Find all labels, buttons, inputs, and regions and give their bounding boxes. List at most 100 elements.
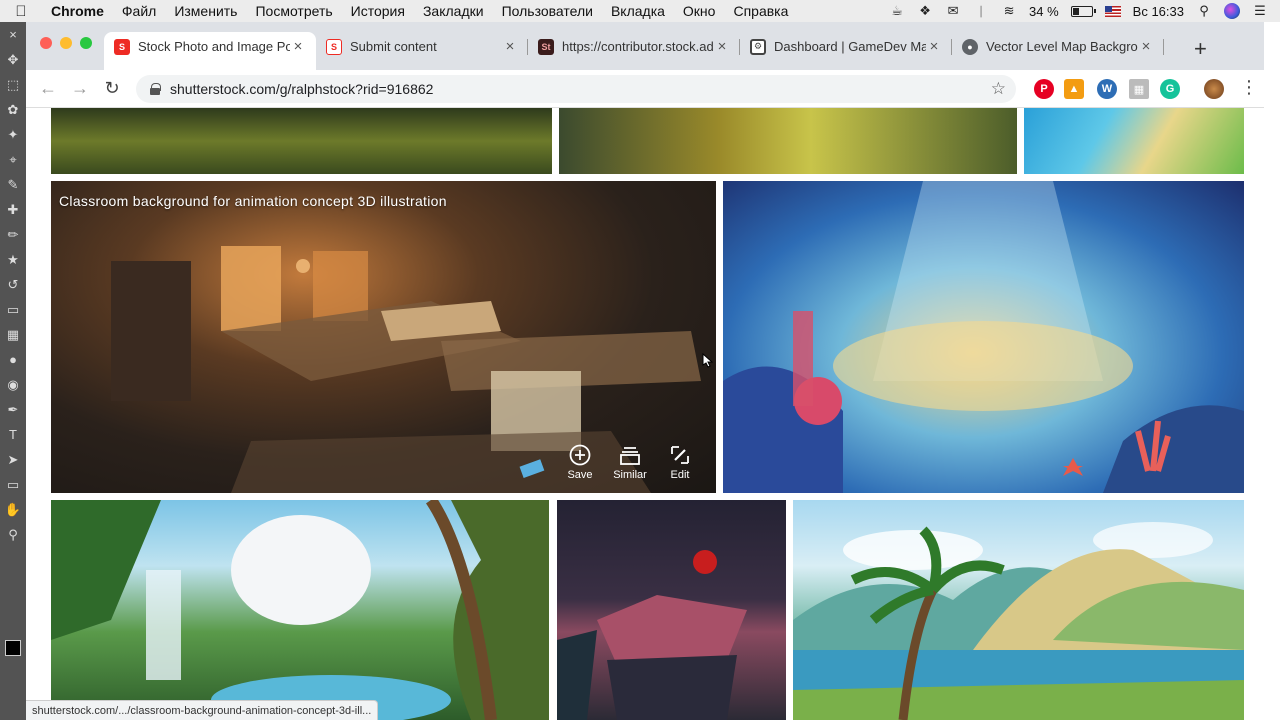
shape-tool-icon[interactable]: ▭ <box>0 472 26 497</box>
pen-tool-icon[interactable]: ✒ <box>0 397 26 422</box>
extension-triangle-icon[interactable]: ▲ <box>1064 79 1084 99</box>
menu-help[interactable]: Справка <box>724 3 797 19</box>
edit-button[interactable]: Edit <box>662 444 698 481</box>
extension-grid-icon[interactable]: ▦ <box>1129 79 1149 99</box>
mouse-pointer-icon <box>702 353 713 368</box>
new-tab-button[interactable]: + <box>1194 36 1207 62</box>
battery-icon[interactable] <box>1070 5 1096 17</box>
fullscreen-window-button[interactable] <box>80 37 92 49</box>
type-tool-icon[interactable]: T <box>0 422 26 447</box>
plus-circle-icon <box>569 444 591 466</box>
coffee-cup-icon[interactable]: ☕ <box>889 3 905 18</box>
gallery-image-island-map[interactable] <box>1024 108 1244 174</box>
brush-tool-icon[interactable]: ✏ <box>0 222 26 247</box>
tab-stock-photo-portfolio[interactable]: S Stock Photo and Image Portfolio × <box>104 32 316 70</box>
menu-tab[interactable]: Вкладка <box>602 3 674 19</box>
gallery-image-dark-cliff[interactable] <box>557 500 786 720</box>
tab-vector-level-map[interactable]: ● Vector Level Map Background × <box>952 32 1164 61</box>
menu-bookmarks[interactable]: Закладки <box>414 3 493 19</box>
address-url[interactable]: shutterstock.com/g/ralphstock?rid=916862 <box>170 81 433 97</box>
chrome-menu-icon[interactable]: ⋮ <box>1240 77 1258 98</box>
save-button[interactable]: Save <box>562 444 598 481</box>
address-bar[interactable]: shutterstock.com/g/ralphstock?rid=916862… <box>136 75 1016 103</box>
tab-gamedev-dashboard[interactable]: ⚙ Dashboard | GameDev Market × <box>740 32 952 61</box>
dodge-tool-icon[interactable]: ◉ <box>0 372 26 397</box>
eraser-tool-icon[interactable]: ▭ <box>0 297 26 322</box>
siri-icon[interactable] <box>1224 3 1240 19</box>
lock-icon[interactable] <box>150 83 161 95</box>
search-icon[interactable]: ⚲ <box>1196 3 1212 18</box>
marquee-tool-icon[interactable]: ⬚ <box>0 72 26 97</box>
stack-icon <box>619 444 641 466</box>
close-tab-icon[interactable]: × <box>1138 38 1154 55</box>
battery-percent: 34 % <box>1029 3 1059 19</box>
portfolio-gallery: Classroom background for animation conce… <box>26 108 1264 720</box>
menu-clock[interactable]: Вс 16:33 <box>1133 4 1184 19</box>
gallery-image-tropical-bay[interactable] <box>793 500 1244 720</box>
bookmark-star-icon[interactable]: ☆ <box>991 79 1006 99</box>
move-tool-icon[interactable]: ✥ <box>0 47 26 72</box>
foreground-color-swatch[interactable] <box>5 640 21 656</box>
globe-icon: ● <box>962 38 978 55</box>
close-tab-icon[interactable]: × <box>926 38 942 55</box>
us-flag-input-icon[interactable] <box>1104 5 1121 17</box>
notification-center-icon[interactable]: ☰ <box>1252 3 1268 18</box>
crop-tool-icon[interactable]: ⌖ <box>0 147 26 172</box>
tab-strip: S Stock Photo and Image Portfolio × S Su… <box>26 22 1264 70</box>
zoom-tool-icon[interactable]: ⚲ <box>0 522 26 547</box>
eyedropper-icon[interactable]: ✎ <box>0 172 26 197</box>
history-brush-icon[interactable]: ↺ <box>0 272 26 297</box>
gallery-image-waterfall-jungle[interactable] <box>51 500 549 720</box>
close-tab-icon[interactable]: × <box>714 38 730 55</box>
reload-button[interactable]: ↻ <box>96 78 128 99</box>
similar-button[interactable]: Similar <box>612 444 648 481</box>
image-caption: Classroom background for animation conce… <box>59 193 447 209</box>
photoshop-toolbar: × ✥ ⬚ ✿ ✦ ⌖ ✎ ✚ ✏ ★ ↺ ▭ ▦ ● ◉ ✒ T ➤ ▭ ✋ … <box>0 22 26 720</box>
window-controls <box>40 37 92 49</box>
minimize-window-button[interactable] <box>60 37 72 49</box>
tabs: S Stock Photo and Image Portfolio × S Su… <box>104 32 1164 70</box>
lasso-tool-icon[interactable]: ✿ <box>0 97 26 122</box>
grammarly-extension-icon[interactable]: G <box>1160 79 1180 99</box>
menu-users[interactable]: Пользователи <box>493 3 602 19</box>
menu-app-chrome[interactable]: Chrome <box>42 3 113 19</box>
close-window-button[interactable] <box>40 37 52 49</box>
gallery-image-classroom[interactable]: Classroom background for animation conce… <box>51 181 716 493</box>
chrome-window: S Stock Photo and Image Portfolio × S Su… <box>26 22 1264 720</box>
path-selection-icon[interactable]: ➤ <box>0 447 26 472</box>
tab-adobe-contributor[interactable]: St https://contributor.stock.adobe.com × <box>528 32 740 61</box>
menu-history[interactable]: История <box>342 3 414 19</box>
apple-icon[interactable]:  <box>0 3 42 20</box>
close-tab-icon[interactable]: × <box>502 38 518 55</box>
menu-window[interactable]: Окно <box>674 3 725 19</box>
extension-w-icon[interactable]: W <box>1097 79 1117 99</box>
pinterest-extension-icon[interactable]: P <box>1034 79 1054 99</box>
forward-button[interactable]: → <box>64 78 96 99</box>
menu-file[interactable]: Файл <box>113 3 165 19</box>
gallery-image-jungle-path[interactable] <box>51 108 552 174</box>
tab-separator <box>1163 39 1164 55</box>
hand-tool-icon[interactable]: ✋ <box>0 497 26 522</box>
gamedev-icon: ⚙ <box>750 38 766 55</box>
close-tab-icon[interactable]: × <box>290 38 306 55</box>
wifi-icon[interactable]: ≋ <box>1001 3 1017 18</box>
magic-wand-icon[interactable]: ✦ <box>0 122 26 147</box>
inbox-icon[interactable]: ✉ <box>945 3 961 18</box>
image-hover-actions: Save Similar Edit <box>562 444 698 481</box>
stamp-tool-icon[interactable]: ★ <box>0 247 26 272</box>
save-label: Save <box>567 469 593 481</box>
gallery-image-forest-pond[interactable] <box>559 108 1017 174</box>
gallery-image-underwater[interactable] <box>723 181 1244 493</box>
tab-submit-content[interactable]: S Submit content × <box>316 32 528 61</box>
gradient-tool-icon[interactable]: ▦ <box>0 322 26 347</box>
menu-view[interactable]: Посмотреть <box>246 3 341 19</box>
healing-brush-icon[interactable]: ✚ <box>0 197 26 222</box>
menu-edit[interactable]: Изменить <box>165 3 246 19</box>
bluetooth-icon[interactable]: ᛁ <box>973 4 989 19</box>
profile-avatar[interactable] <box>1204 79 1224 99</box>
back-button[interactable]: ← <box>32 78 64 99</box>
browser-toolbar: ← → ↻ shutterstock.com/g/ralphstock?rid=… <box>26 70 1264 108</box>
dropbox-icon[interactable]: ❖ <box>917 3 933 18</box>
close-panel-icon[interactable]: × <box>0 22 26 47</box>
blur-tool-icon[interactable]: ● <box>0 347 26 372</box>
